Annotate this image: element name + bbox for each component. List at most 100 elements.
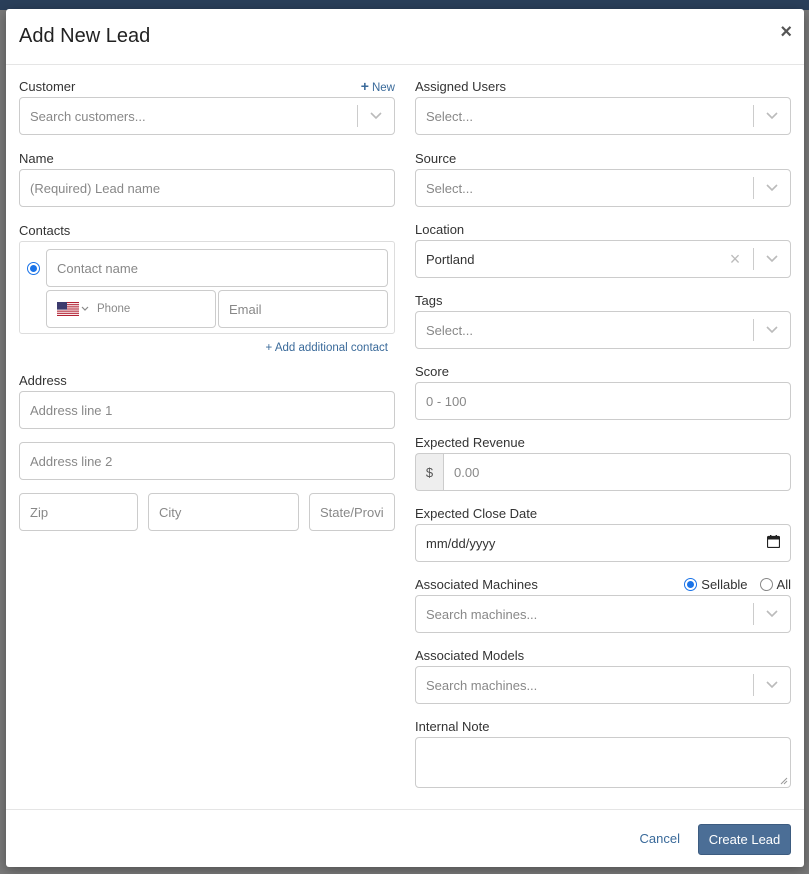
models-label: Associated Models [415, 647, 525, 663]
expected-revenue-placeholder: 0.00 [454, 464, 480, 480]
sellable-label: Sellable [701, 576, 748, 592]
close-date-placeholder: mm/dd/yyyy [426, 535, 496, 551]
close-date-label: Expected Close Date [415, 505, 538, 521]
note-field: Internal Note [415, 715, 791, 788]
machines-filter: Sellable All [676, 577, 791, 592]
location-field: Location Portland × [415, 218, 791, 278]
chevron-down-icon[interactable] [754, 596, 790, 632]
zip-placeholder: Zip [30, 504, 49, 520]
source-field: Source Select... [415, 147, 791, 207]
expected-revenue-input[interactable]: 0.00 [443, 453, 791, 491]
address-row: Zip City State/Provi [19, 493, 395, 531]
state-input[interactable]: State/Provi [309, 493, 395, 531]
expected-revenue-group: $ 0.00 [415, 453, 791, 491]
contact-card: Contact name Phone Email [19, 241, 395, 334]
customer-select[interactable]: Search customers... [19, 97, 395, 135]
zip-input[interactable]: Zip [19, 493, 138, 531]
machines-field: Associated Machines Sellable All Search … [415, 573, 791, 633]
tags-field: Tags Select... [415, 289, 791, 349]
assigned-users-placeholder: Select... [426, 108, 473, 124]
chevron-down-icon[interactable] [754, 667, 790, 703]
tags-placeholder: Select... [426, 322, 473, 338]
address-line2-placeholder: Address line 2 [30, 453, 113, 469]
create-lead-button[interactable]: Create Lead [698, 824, 791, 855]
sellable-radio[interactable] [684, 577, 698, 591]
name-field: Name (Required) Lead name [19, 147, 395, 207]
calendar-icon[interactable] [766, 535, 781, 551]
contacts-label: Contacts [19, 222, 71, 238]
machines-placeholder: Search machines... [426, 606, 538, 622]
customer-placeholder: Search customers... [30, 108, 146, 124]
models-placeholder: Search machines... [426, 677, 538, 693]
lead-name-input[interactable]: (Required) Lead name [19, 169, 395, 207]
assigned-users-field: Assigned Users Select... [415, 75, 791, 135]
models-field: Associated Models Search machines... [415, 644, 791, 704]
source-placeholder: Select... [426, 180, 473, 196]
add-contact-row: + Add additional contact [19, 339, 395, 357]
plus-icon: + [360, 78, 369, 94]
chevron-down-icon[interactable] [754, 241, 790, 277]
new-customer-button[interactable]: + New [361, 78, 395, 94]
assigned-users-label: Assigned Users [415, 78, 507, 94]
modal-header: Add New Lead × [6, 9, 804, 65]
expected-revenue-field: Expected Revenue $ 0.00 [415, 431, 791, 491]
location-label: Location [415, 221, 465, 237]
currency-addon: $ [415, 453, 443, 491]
customer-field: Customer + New Search customers... [19, 75, 395, 135]
contact-name-placeholder: Contact name [57, 260, 138, 276]
right-column: Assigned Users Select... Source Select..… [415, 75, 791, 800]
cancel-button[interactable]: Cancel [640, 831, 680, 846]
add-contact-link[interactable]: + Add additional contact [266, 342, 388, 354]
lead-name-placeholder: (Required) Lead name [30, 180, 161, 196]
chevron-down-icon[interactable] [754, 98, 790, 134]
address-label: Address [19, 372, 67, 388]
email-placeholder: Email [229, 301, 262, 317]
score-input[interactable]: 0 - 100 [415, 382, 791, 420]
tags-select[interactable]: Select... [415, 311, 791, 349]
address-line1-input[interactable]: Address line 1 [19, 391, 395, 429]
all-option[interactable]: All [759, 576, 791, 592]
sellable-option[interactable]: Sellable [684, 576, 748, 592]
location-select[interactable]: Portland × [415, 240, 791, 278]
score-placeholder: 0 - 100 [426, 393, 467, 409]
clear-icon[interactable]: × [717, 249, 753, 270]
all-label: All [776, 576, 791, 592]
machines-select[interactable]: Search machines... [415, 595, 791, 633]
phone-placeholder: Phone [97, 303, 131, 315]
close-date-field: Expected Close Date mm/dd/yyyy [415, 502, 791, 562]
city-placeholder: City [159, 504, 182, 520]
left-column: Customer + New Search customers... Name (… [19, 75, 395, 543]
chevron-down-icon[interactable] [754, 170, 790, 206]
primary-contact-radio[interactable] [27, 262, 40, 275]
address-line2-input[interactable]: Address line 2 [19, 442, 395, 480]
tags-label: Tags [415, 292, 443, 308]
customer-label: Customer [19, 78, 76, 94]
source-label: Source [415, 150, 457, 166]
source-select[interactable]: Select... [415, 169, 791, 207]
modal-title: Add New Lead [19, 25, 151, 47]
email-input[interactable]: Email [218, 290, 388, 328]
name-label: Name [19, 150, 54, 166]
chevron-down-icon[interactable] [754, 312, 790, 348]
us-flag-icon[interactable] [57, 302, 89, 316]
address-line1-placeholder: Address line 1 [30, 402, 113, 418]
assigned-users-select[interactable]: Select... [415, 97, 791, 135]
address-field: Address Address line 1 Address line 2 Zi… [19, 369, 395, 531]
chevron-down-icon[interactable] [358, 98, 394, 134]
close-icon[interactable]: × [780, 21, 792, 44]
phone-input[interactable]: Phone [46, 290, 216, 328]
score-field: Score 0 - 100 [415, 360, 791, 420]
city-input[interactable]: City [148, 493, 299, 531]
close-date-input[interactable]: mm/dd/yyyy [415, 524, 791, 562]
note-label: Internal Note [415, 718, 490, 734]
contacts-field: Contacts Contact name Phone Email + Add … [19, 219, 395, 357]
internal-note-textarea[interactable] [415, 737, 791, 788]
contact-name-input[interactable]: Contact name [46, 249, 388, 287]
add-lead-modal: Add New Lead × Customer + New Search cust… [6, 9, 804, 867]
new-customer-label: New [371, 82, 395, 94]
expected-revenue-label: Expected Revenue [415, 434, 525, 450]
all-radio[interactable] [759, 577, 773, 591]
state-placeholder: State/Provi [320, 504, 384, 520]
models-select[interactable]: Search machines... [415, 666, 791, 704]
resize-handle-icon[interactable] [780, 777, 788, 785]
